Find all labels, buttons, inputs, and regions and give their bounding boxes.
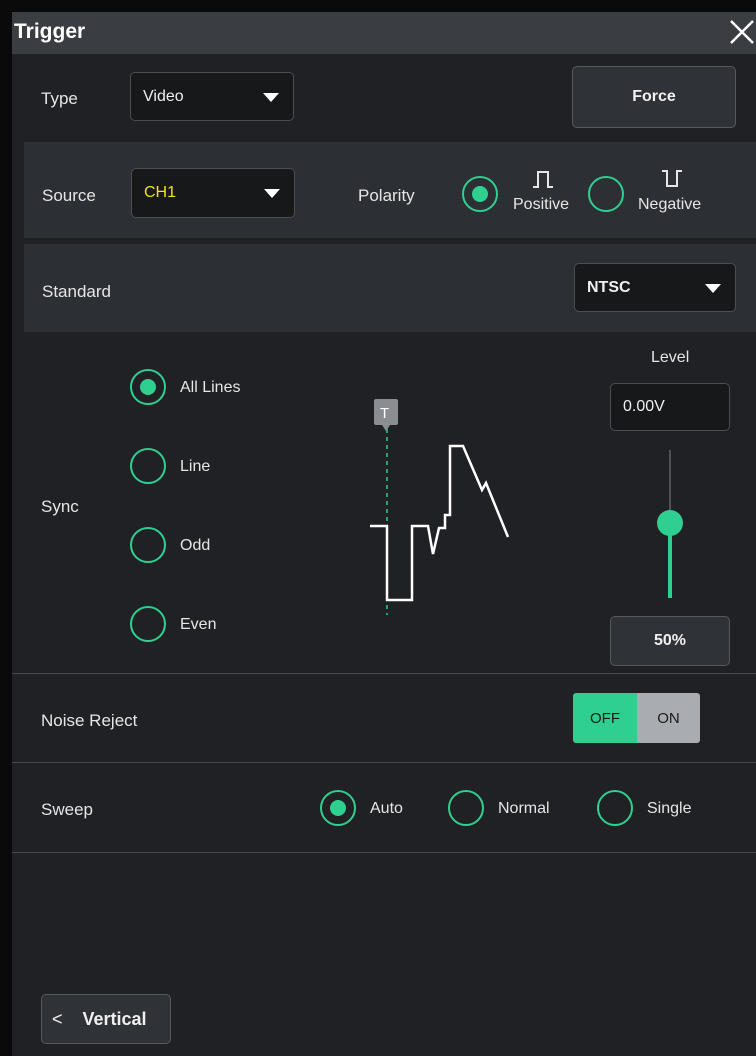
divider	[12, 673, 756, 674]
noise-reject-toggle[interactable]: OFF ON	[573, 693, 700, 743]
level-input[interactable]: 0.00V	[610, 383, 730, 431]
type-value: Video	[143, 87, 184, 105]
type-label: Type	[41, 89, 78, 108]
sync-line-radio[interactable]	[130, 448, 166, 484]
sweep-normal-label: Normal	[498, 800, 550, 817]
divider	[12, 852, 756, 853]
dialog-title-bar	[12, 12, 756, 54]
polarity-positive-label: Positive	[513, 196, 570, 213]
trigger-marker-label: T	[380, 405, 390, 422]
sync-label: Sync	[41, 497, 79, 516]
source-dropdown[interactable]: CH1	[131, 168, 295, 218]
sync-line-label: Line	[180, 458, 211, 475]
force-button[interactable]: Force	[572, 66, 736, 128]
type-dropdown[interactable]: Video	[130, 72, 294, 121]
standard-label: Standard	[42, 282, 111, 301]
video-waveform-diagram	[360, 395, 540, 630]
noise-reject-label: Noise Reject	[41, 711, 138, 730]
negative-pulse-icon	[660, 169, 684, 194]
polarity-positive-radio[interactable]	[462, 176, 498, 212]
polarity-negative-radio[interactable]	[588, 176, 624, 212]
sync-even-radio[interactable]	[130, 606, 166, 642]
close-icon[interactable]	[727, 17, 756, 47]
sweep-auto-label: Auto	[370, 800, 403, 817]
level-value: 0.00V	[623, 398, 665, 415]
level-percent-button[interactable]: 50%	[610, 616, 730, 666]
sweep-single-radio[interactable]	[597, 790, 633, 826]
level-slider[interactable]	[655, 450, 685, 598]
caret-down-icon	[264, 189, 280, 198]
source-value: CH1	[144, 184, 177, 201]
polarity-negative-label: Negative	[638, 196, 702, 213]
vertical-back-button[interactable]: < Vertical	[41, 994, 171, 1044]
dialog-title: Trigger	[14, 20, 86, 43]
sweep-normal-radio[interactable]	[448, 790, 484, 826]
caret-down-icon	[705, 283, 721, 293]
sync-even-label: Even	[180, 616, 217, 633]
noise-reject-off[interactable]: OFF	[573, 693, 637, 743]
divider	[12, 762, 756, 763]
sync-all-lines-radio[interactable]	[130, 369, 166, 405]
sync-odd-label: Odd	[180, 537, 211, 554]
sweep-auto-radio[interactable]	[320, 790, 356, 826]
positive-pulse-icon	[531, 169, 555, 194]
polarity-label: Polarity	[358, 186, 415, 205]
sweep-label: Sweep	[41, 800, 93, 819]
caret-down-icon	[263, 92, 279, 102]
sync-odd-radio[interactable]	[130, 527, 166, 563]
standard-dropdown[interactable]: NTSC	[574, 263, 736, 312]
sweep-single-label: Single	[647, 800, 692, 817]
chevron-left-icon: <	[52, 1008, 63, 1029]
vertical-back-label: Vertical	[82, 1008, 147, 1029]
noise-reject-on[interactable]: ON	[637, 693, 700, 743]
slider-thumb[interactable]	[657, 510, 683, 536]
level-label: Level	[651, 349, 690, 366]
source-label: Source	[42, 186, 96, 205]
standard-value: NTSC	[587, 278, 631, 296]
sync-all-lines-label: All Lines	[180, 379, 241, 396]
